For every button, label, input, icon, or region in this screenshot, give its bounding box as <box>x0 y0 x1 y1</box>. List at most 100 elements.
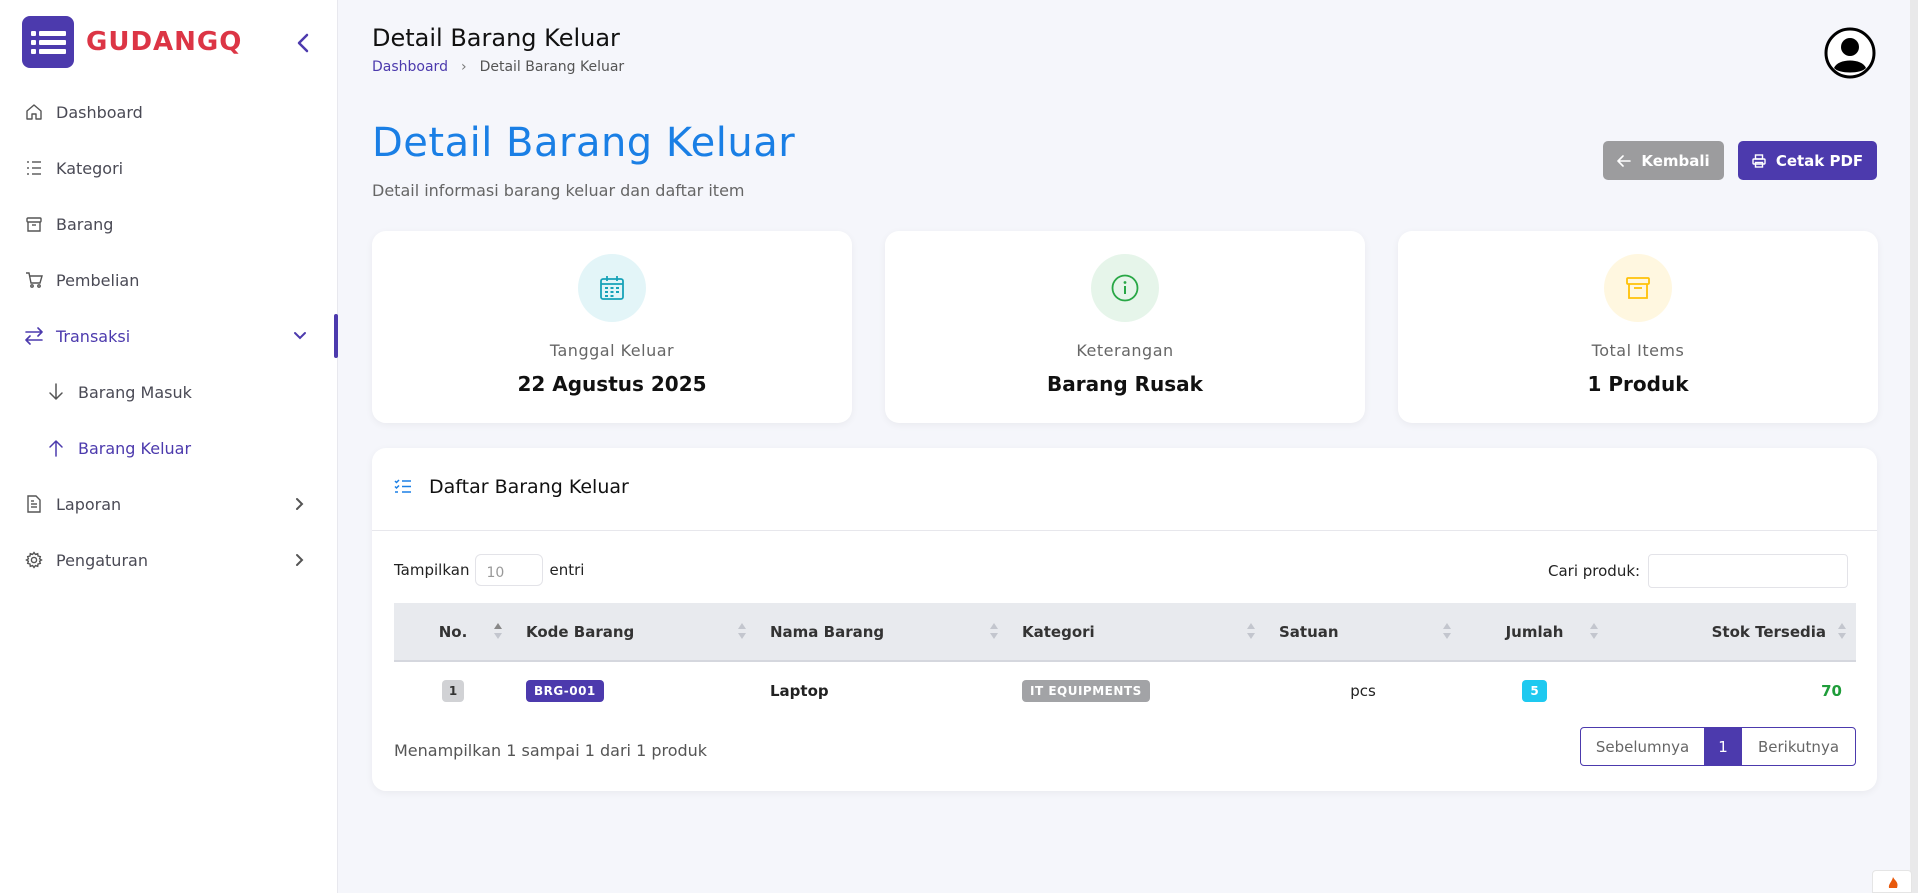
search-control: Cari produk: <box>1548 554 1849 588</box>
breadcrumb: Dashboard › Detail Barang Keluar <box>372 59 624 75</box>
sidebar-item-barang-masuk[interactable]: Barang Masuk <box>0 364 338 420</box>
items-table: No. Kode Barang Nama Barang Kategori Sat… <box>394 603 1856 719</box>
cell-kategori: IT EQUIPMENTS <box>1008 661 1265 719</box>
list-icon <box>24 158 44 178</box>
search-label: Cari produk: <box>1548 562 1641 580</box>
table-card-title: Daftar Barang Keluar <box>429 476 629 498</box>
breadcrumb-current: Detail Barang Keluar <box>479 59 625 75</box>
stat-value: Barang Rusak <box>1047 372 1203 396</box>
sort-icon <box>1247 623 1255 639</box>
sidebar-item-label: Pengaturan <box>56 550 148 570</box>
row-number-badge: 1 <box>441 679 465 702</box>
sidebar-item-barang-keluar[interactable]: Barang Keluar <box>0 420 338 476</box>
stat-label: Total Items <box>1591 341 1685 360</box>
sidebar-item-laporan[interactable]: Laporan <box>0 476 338 532</box>
stat-label: Keterangan <box>1076 341 1174 360</box>
back-button[interactable]: Kembali <box>1603 141 1724 180</box>
sidebar-nav: Dashboard Kategori Barang Pembelian Tran… <box>0 84 338 588</box>
printer-icon <box>1752 153 1766 168</box>
chevron-down-icon <box>290 326 310 346</box>
column-header-no[interactable]: No. <box>394 603 512 662</box>
sidebar-item-label: Pembelian <box>56 270 140 290</box>
column-header-kode[interactable]: Kode Barang <box>512 603 756 662</box>
sidebar-item-pembelian[interactable]: Pembelian <box>0 252 338 308</box>
sidebar-item-dashboard[interactable]: Dashboard <box>0 84 338 140</box>
corner-widget[interactable] <box>1872 870 1912 893</box>
cell-nama: Laptop <box>770 681 829 700</box>
column-header-stok[interactable]: Stok Tersedia <box>1608 603 1856 662</box>
sort-icon <box>738 623 746 639</box>
stat-card-keterangan: Keterangan Barang Rusak <box>885 231 1365 423</box>
sidebar-item-label: Barang Masuk <box>78 382 192 402</box>
sidebar-item-label: Laporan <box>56 494 122 514</box>
sidebar-item-label: Dashboard <box>56 102 143 122</box>
pagination-page-1[interactable]: 1 <box>1705 728 1741 765</box>
cell-jumlah: 5 <box>1461 661 1608 719</box>
gear-icon <box>24 550 44 570</box>
stat-label: Tanggal Keluar <box>549 341 675 360</box>
column-header-jumlah[interactable]: Jumlah <box>1461 603 1608 662</box>
sort-icon <box>494 623 502 639</box>
search-input[interactable] <box>1648 554 1849 588</box>
sort-icon <box>1590 623 1598 639</box>
sidebar-item-kategori[interactable]: Kategori <box>0 140 338 196</box>
breadcrumb-home-link[interactable]: Dashboard <box>372 59 448 75</box>
page-subtitle: Detail informasi barang keluar dan dafta… <box>372 181 745 200</box>
home-icon <box>24 102 44 122</box>
back-button-label: Kembali <box>1641 151 1710 170</box>
sidebar-item-transaksi[interactable]: Transaksi <box>0 308 338 364</box>
table-info: Menampilkan 1 sampai 1 dari 1 produk <box>394 741 708 760</box>
quantity-badge: 5 <box>1522 679 1547 702</box>
stat-value: 22 Agustus 2025 <box>517 372 707 396</box>
cell-satuan: pcs <box>1350 681 1376 700</box>
sidebar-collapse-button[interactable] <box>292 30 314 56</box>
brand[interactable]: GUDANGQ <box>22 16 242 68</box>
avatar[interactable] <box>1824 27 1876 79</box>
chevron-right-icon <box>290 550 310 570</box>
stat-card-total-items: Total Items 1 Produk <box>1398 231 1878 423</box>
table-card-header: Daftar Barang Keluar <box>372 448 1877 531</box>
category-badge: IT EQUIPMENTS <box>1022 679 1150 702</box>
item-code-badge: BRG-001 <box>526 679 604 702</box>
cell-stok: 70 <box>1821 681 1842 700</box>
stat-card-tanggal: Tanggal Keluar 22 Agustus 2025 <box>372 231 852 423</box>
sort-icon <box>990 623 998 639</box>
sort-icon <box>1443 623 1451 639</box>
brand-logo-icon <box>22 16 74 68</box>
sidebar-item-pengaturan[interactable]: Pengaturan <box>0 532 338 588</box>
column-header-nama[interactable]: Nama Barang <box>756 603 1008 662</box>
page-length-select[interactable]: 10 <box>475 554 544 586</box>
column-header-kategori[interactable]: Kategori <box>1008 603 1265 662</box>
info-icon <box>1091 254 1159 322</box>
topbar: Detail Barang Keluar Dashboard › Detail … <box>338 0 1918 104</box>
sidebar-item-barang[interactable]: Barang <box>0 196 338 252</box>
column-header-satuan[interactable]: Satuan <box>1265 603 1461 662</box>
page-length-control: Tampilkan 10 entri <box>394 554 584 586</box>
list-check-icon <box>394 478 412 498</box>
stat-value: 1 Produk <box>1587 372 1689 396</box>
page-scrollbar[interactable] <box>1910 0 1918 893</box>
header-title: Detail Barang Keluar <box>372 24 620 52</box>
sidebar-item-label: Barang Keluar <box>78 438 192 458</box>
box-icon <box>24 214 44 234</box>
pagination: Sebelumnya 1 Berikutnya <box>1580 727 1856 766</box>
sort-icon <box>1838 623 1846 639</box>
pagination-next-button[interactable]: Berikutnya <box>1741 728 1855 765</box>
items-table-card: Daftar Barang Keluar Tampilkan 10 entri … <box>372 448 1877 791</box>
user-icon <box>1824 27 1876 79</box>
length-label: Tampilkan <box>394 561 470 579</box>
print-pdf-button[interactable]: Cetak PDF <box>1738 141 1877 180</box>
arrow-left-icon <box>1617 154 1632 167</box>
cart-icon <box>24 270 44 290</box>
cell-no: 1 <box>394 661 512 719</box>
document-icon <box>24 494 44 514</box>
chevron-left-icon <box>297 33 309 53</box>
flame-icon <box>1888 877 1898 888</box>
arrow-up-icon <box>46 438 66 458</box>
page-title: Detail Barang Keluar <box>372 120 796 166</box>
box-icon <box>1604 254 1672 322</box>
sidebar-item-label: Transaksi <box>56 326 131 346</box>
arrow-down-icon <box>46 382 66 402</box>
pagination-previous-button[interactable]: Sebelumnya <box>1581 728 1705 765</box>
table-header-row: No. Kode Barang Nama Barang Kategori Sat… <box>394 603 1856 662</box>
